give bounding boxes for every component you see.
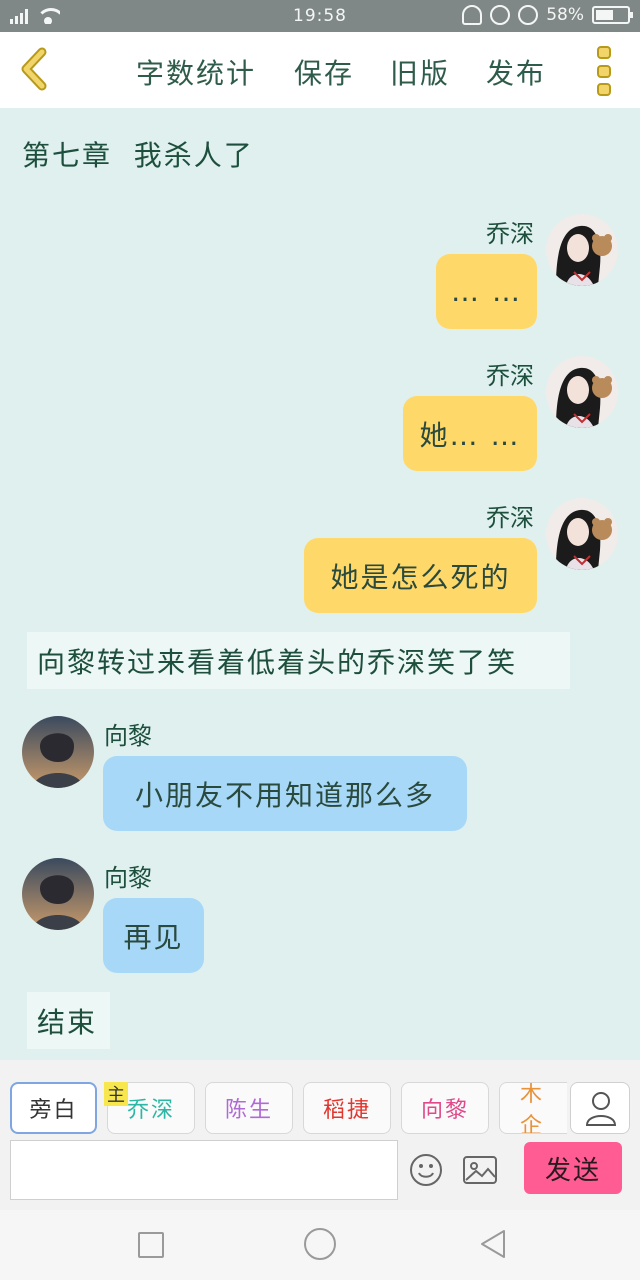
publish-button[interactable]: 发布: [486, 52, 546, 92]
avatar[interactable]: [546, 214, 618, 286]
role-chip-daojie[interactable]: 稻捷: [303, 1082, 391, 1134]
mute-icon: [462, 5, 483, 25]
back-triangle-icon[interactable]: [478, 1228, 508, 1260]
message-bubble[interactable]: … …: [436, 254, 537, 329]
narration-line[interactable]: 结束: [27, 992, 110, 1049]
main-character-badge: 主: [104, 1082, 128, 1106]
send-button[interactable]: 发送: [524, 1142, 622, 1194]
role-chip-muqi[interactable]: 木企: [499, 1082, 567, 1134]
chat-area[interactable]: 第七章 我杀人了 乔深 … … 乔深 她… … 乔深 她是怎么死的 向黎转过来看…: [0, 108, 640, 1060]
chapter-title: 第七章 我杀人了: [22, 139, 254, 172]
message-bubble[interactable]: 她… …: [403, 396, 537, 471]
vertical-dots-icon[interactable]: [593, 46, 615, 96]
status-right: 58%: [462, 5, 633, 25]
word-count-button[interactable]: 字数统计: [136, 52, 256, 92]
message-bubble[interactable]: 她是怎么死的: [304, 538, 537, 613]
image-icon[interactable]: [462, 1154, 498, 1186]
user-icon[interactable]: [570, 1082, 630, 1134]
avatar[interactable]: [546, 498, 618, 570]
role-chip-narrator[interactable]: 旁白: [10, 1082, 97, 1134]
home-icon[interactable]: [304, 1228, 336, 1260]
emoji-icon[interactable]: [408, 1152, 444, 1188]
message-bubble[interactable]: 小朋友不用知道那么多: [103, 756, 467, 831]
avatar[interactable]: [22, 716, 94, 788]
composer-panel: 旁白 乔深 主 陈生 稻捷 向黎 木企 发送: [0, 1060, 640, 1210]
battery-icon: [592, 6, 633, 24]
system-nav-bar: [0, 1210, 640, 1280]
battery-percent: 58%: [546, 5, 584, 25]
lock-icon: [490, 5, 511, 25]
message-input[interactable]: [10, 1140, 398, 1200]
role-chip-xiangli[interactable]: 向黎: [401, 1082, 489, 1134]
chevron-left-icon[interactable]: [14, 46, 56, 92]
speaker-name: 乔深: [486, 220, 534, 248]
speaker-name: 向黎: [104, 864, 152, 892]
speaker-name: 向黎: [104, 722, 152, 750]
old-version-button[interactable]: 旧版: [390, 52, 450, 92]
avatar[interactable]: [22, 858, 94, 930]
status-bar: 19:58 58%: [0, 0, 640, 32]
narration-line[interactable]: 向黎转过来看着低着头的乔深笑了笑: [27, 632, 570, 689]
role-chip-chensheng[interactable]: 陈生: [205, 1082, 293, 1134]
avatar[interactable]: [546, 356, 618, 428]
save-button[interactable]: 保存: [294, 52, 354, 92]
speaker-name: 乔深: [486, 504, 534, 532]
recent-apps-icon[interactable]: [138, 1232, 164, 1258]
message-bubble[interactable]: 再见: [103, 898, 204, 973]
alarm-icon: [518, 5, 539, 25]
top-toolbar: 字数统计 保存 旧版 发布: [0, 32, 640, 108]
speaker-name: 乔深: [486, 362, 534, 390]
